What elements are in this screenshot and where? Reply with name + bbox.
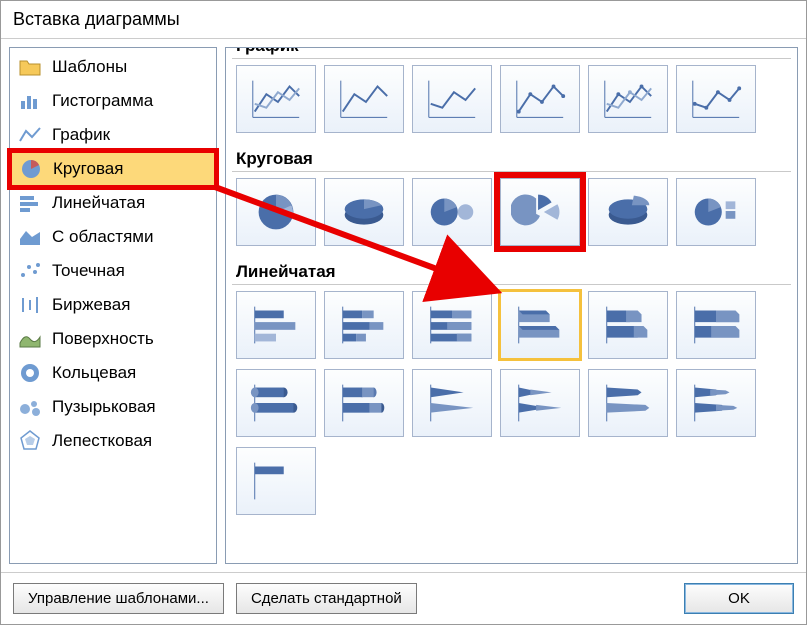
ok-button[interactable]: OK bbox=[684, 583, 794, 614]
chart-thumb-pie-3[interactable] bbox=[412, 178, 492, 246]
sidebar-item-column[interactable]: Гистограмма bbox=[10, 84, 216, 118]
sidebar-item-label: Лепестковая bbox=[52, 431, 152, 451]
sidebar-item-line[interactable]: График bbox=[10, 118, 216, 152]
line-chart-icon bbox=[18, 124, 42, 146]
chart-thumb-bar-6[interactable] bbox=[676, 291, 756, 359]
bar-chart-icon bbox=[18, 192, 42, 214]
bar-chart-row-1 bbox=[232, 291, 791, 359]
bar-chart-row-2 bbox=[232, 369, 791, 437]
manage-templates-button[interactable]: Управление шаблонами... bbox=[13, 583, 224, 614]
chart-thumb-line-5[interactable] bbox=[588, 65, 668, 133]
sidebar-item-templates[interactable]: Шаблоны bbox=[10, 50, 216, 84]
line-chart-row bbox=[232, 65, 791, 133]
pie-chart-row bbox=[232, 178, 791, 246]
sidebar-item-doughnut[interactable]: Кольцевая bbox=[10, 356, 216, 390]
dialog-button-bar: Управление шаблонами... Сделать стандарт… bbox=[1, 572, 806, 624]
chart-thumb-pie-4[interactable] bbox=[500, 178, 580, 246]
column-chart-icon bbox=[18, 90, 42, 112]
sidebar-item-bar[interactable]: Линейчатая bbox=[10, 186, 216, 220]
set-default-button[interactable]: Сделать стандартной bbox=[236, 583, 417, 614]
sidebar-item-label: Пузырьковая bbox=[52, 397, 156, 417]
chart-thumb-line-1[interactable] bbox=[236, 65, 316, 133]
sidebar-item-label: Гистограмма bbox=[52, 91, 153, 111]
chart-thumb-bar-1[interactable] bbox=[236, 291, 316, 359]
chart-thumb-bar-13[interactable] bbox=[236, 447, 316, 515]
pie-chart-icon bbox=[19, 158, 43, 180]
sidebar-item-label: График bbox=[52, 125, 110, 145]
sidebar-item-label: Поверхность bbox=[52, 329, 154, 349]
area-chart-icon bbox=[18, 226, 42, 248]
chart-thumb-bar-2[interactable] bbox=[324, 291, 404, 359]
scatter-chart-icon bbox=[18, 260, 42, 282]
chart-thumb-line-6[interactable] bbox=[676, 65, 756, 133]
sidebar-item-label: Круговая bbox=[53, 159, 123, 179]
sidebar-item-stock[interactable]: Биржевая bbox=[10, 288, 216, 322]
doughnut-chart-icon bbox=[18, 362, 42, 384]
sidebar-item-scatter[interactable]: Точечная bbox=[10, 254, 216, 288]
chart-thumb-pie-5[interactable] bbox=[588, 178, 668, 246]
chart-thumb-line-2[interactable] bbox=[324, 65, 404, 133]
chart-thumb-bar-5[interactable] bbox=[588, 291, 668, 359]
sidebar-item-label: Кольцевая bbox=[52, 363, 136, 383]
insert-chart-dialog: Вставка диаграммы Шаблоны Гистограмма Г bbox=[0, 0, 807, 625]
chart-thumb-bar-10[interactable] bbox=[500, 369, 580, 437]
group-header-line: График bbox=[232, 47, 791, 59]
sidebar-item-bubble[interactable]: Пузырьковая bbox=[10, 390, 216, 424]
sidebar-item-surface[interactable]: Поверхность bbox=[10, 322, 216, 356]
sidebar-item-label: Биржевая bbox=[52, 295, 130, 315]
sidebar-item-pie[interactable]: Круговая bbox=[10, 151, 216, 187]
chart-thumb-pie-6[interactable] bbox=[676, 178, 756, 246]
group-header-bar: Линейчатая bbox=[232, 256, 791, 285]
dialog-content: Шаблоны Гистограмма График Круговая bbox=[1, 39, 806, 572]
chart-thumb-bar-12[interactable] bbox=[676, 369, 756, 437]
chart-thumb-pie-2[interactable] bbox=[324, 178, 404, 246]
chart-thumb-bar-7[interactable] bbox=[236, 369, 316, 437]
folder-icon bbox=[18, 56, 42, 78]
dialog-title: Вставка диаграммы bbox=[1, 1, 806, 39]
sidebar-item-label: Шаблоны bbox=[52, 57, 127, 77]
chart-thumb-pie-1[interactable] bbox=[236, 178, 316, 246]
chart-gallery: График Круговая Линейчатая bbox=[225, 47, 798, 564]
stock-chart-icon bbox=[18, 294, 42, 316]
sidebar-item-area[interactable]: С областями bbox=[10, 220, 216, 254]
bar-chart-row-3 bbox=[232, 447, 791, 515]
chart-thumb-bar-3[interactable] bbox=[412, 291, 492, 359]
chart-thumb-bar-8[interactable] bbox=[324, 369, 404, 437]
group-header-pie: Круговая bbox=[232, 143, 791, 172]
sidebar-item-label: Точечная bbox=[52, 261, 125, 281]
chart-thumb-line-4[interactable] bbox=[500, 65, 580, 133]
sidebar-item-label: Линейчатая bbox=[52, 193, 145, 213]
surface-chart-icon bbox=[18, 328, 42, 350]
sidebar-item-radar[interactable]: Лепестковая bbox=[10, 424, 216, 458]
radar-chart-icon bbox=[18, 430, 42, 452]
chart-thumb-line-3[interactable] bbox=[412, 65, 492, 133]
chart-thumb-bar-4[interactable] bbox=[500, 291, 580, 359]
chart-type-sidebar: Шаблоны Гистограмма График Круговая bbox=[9, 47, 217, 564]
sidebar-item-label: С областями bbox=[52, 227, 153, 247]
chart-thumb-bar-9[interactable] bbox=[412, 369, 492, 437]
bubble-chart-icon bbox=[18, 396, 42, 418]
chart-thumb-bar-11[interactable] bbox=[588, 369, 668, 437]
